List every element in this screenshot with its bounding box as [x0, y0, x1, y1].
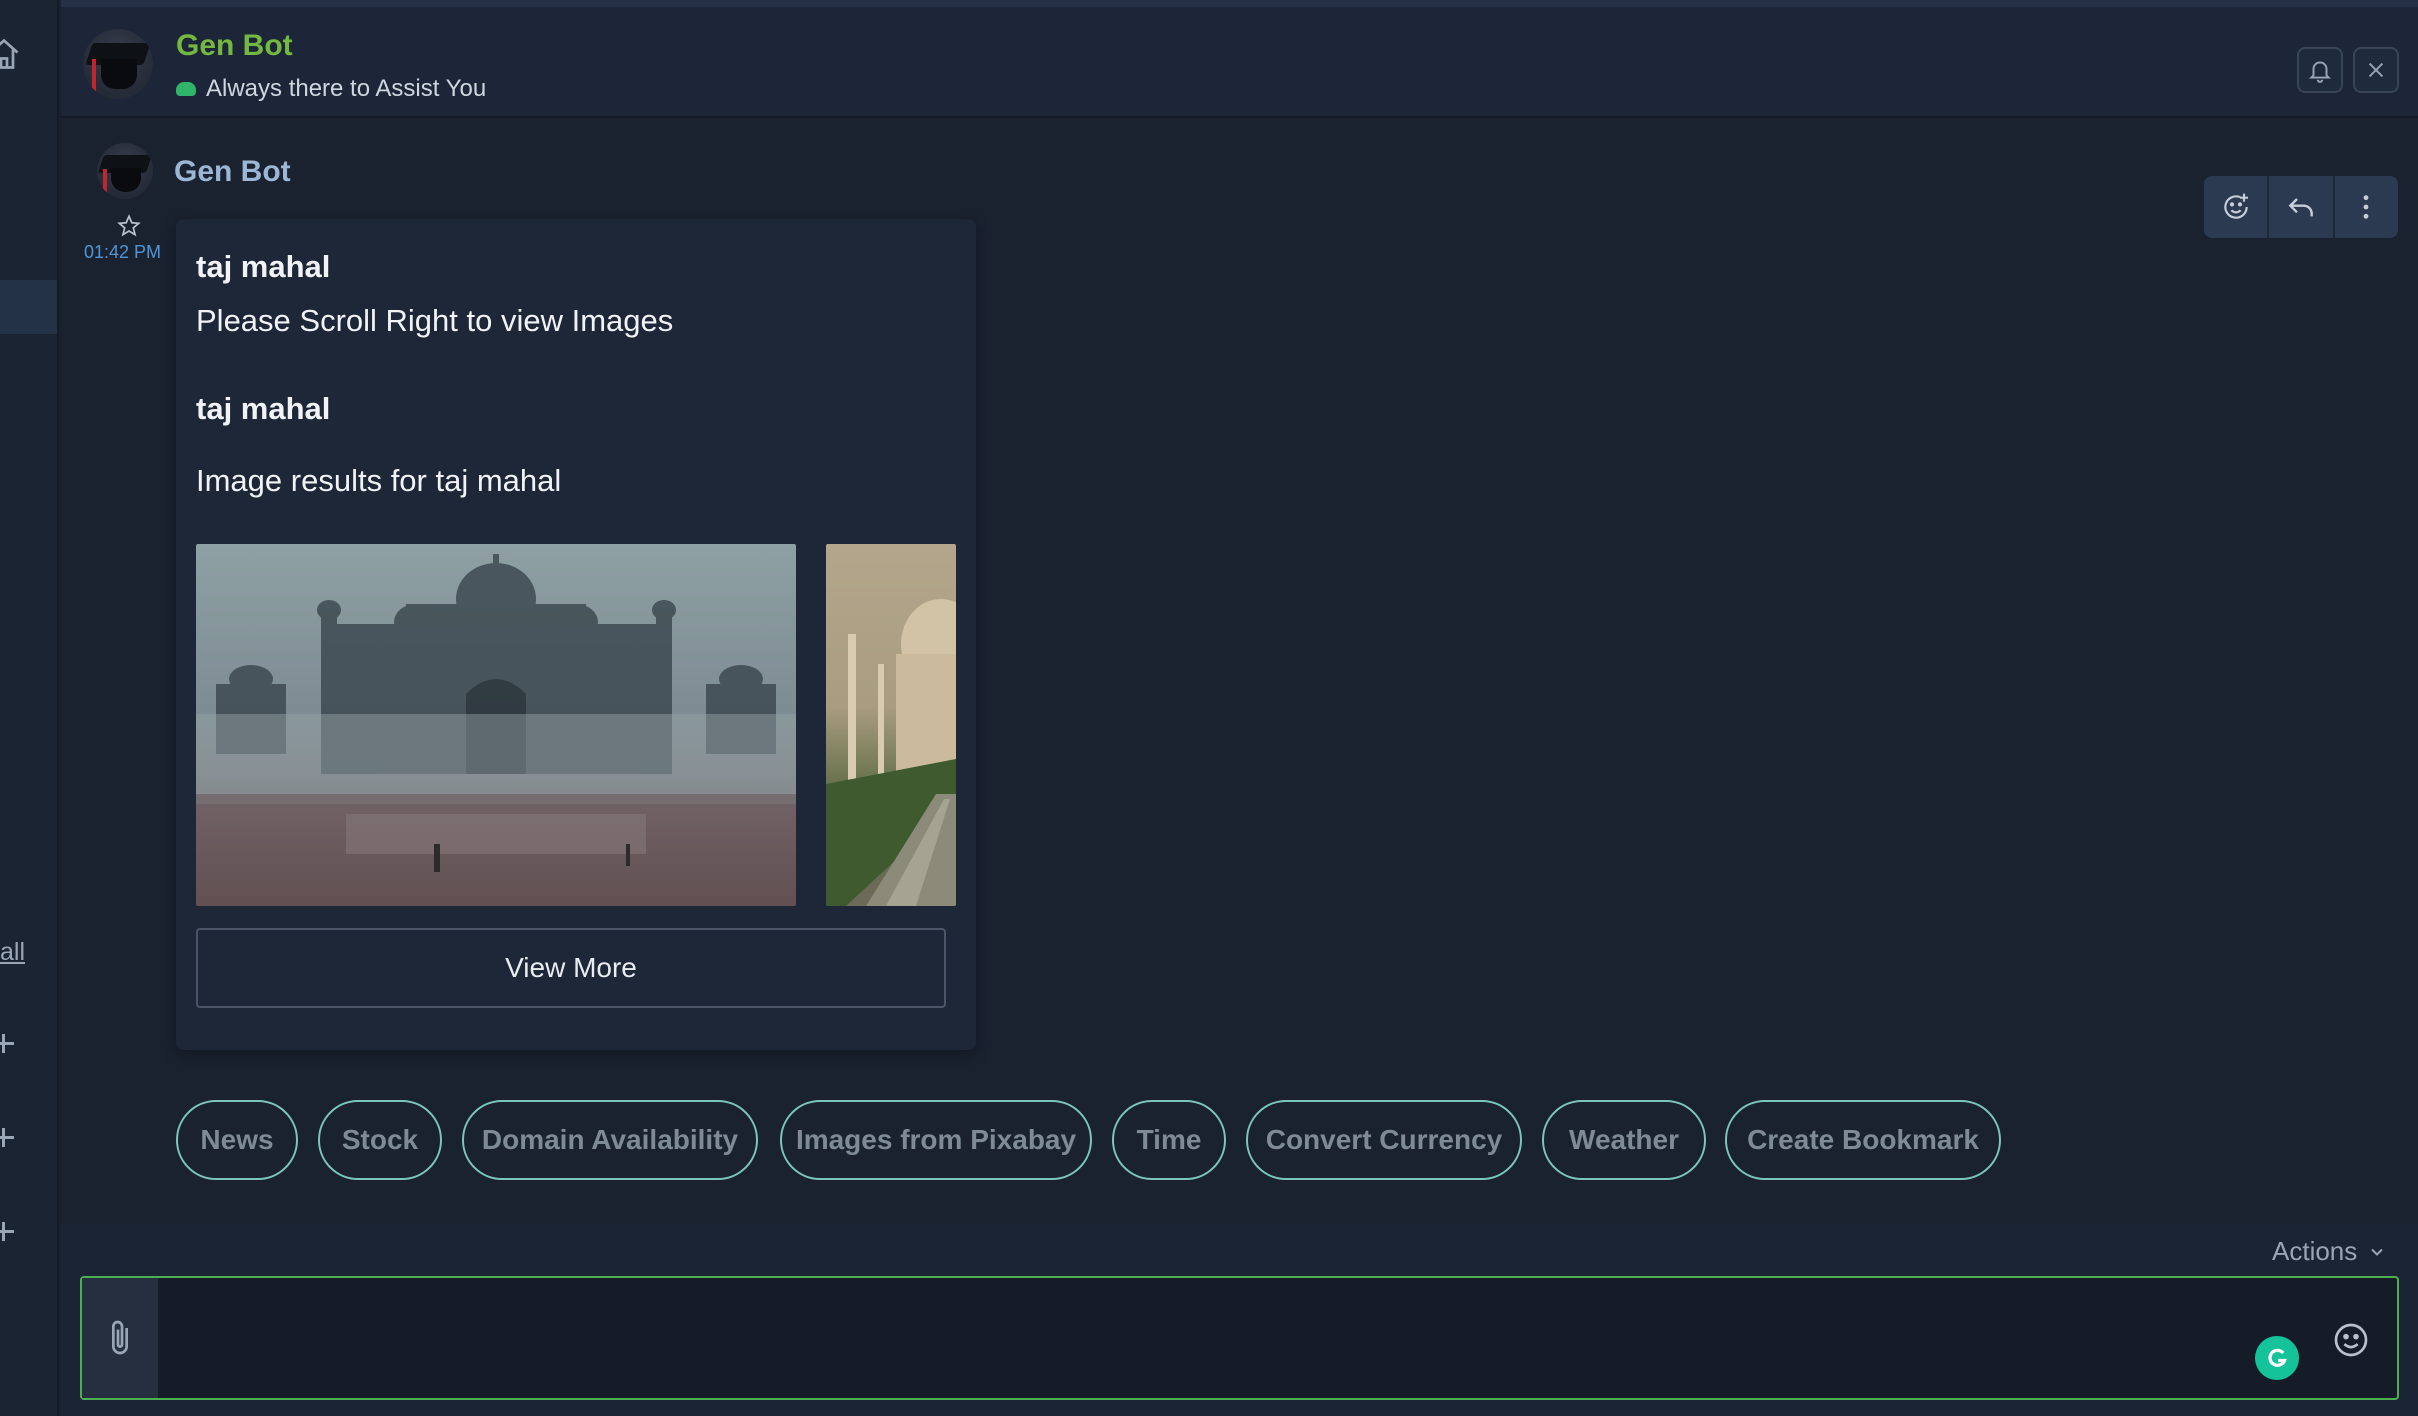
quick-reply-chip[interactable]: Weather: [1542, 1100, 1706, 1180]
add-icon[interactable]: [0, 1218, 20, 1244]
home-icon[interactable]: [0, 36, 22, 72]
message-actions-toolbar: [2204, 176, 2398, 238]
card-text: Please Scroll Right to view Images: [196, 303, 674, 338]
card-title: taj mahal: [196, 391, 331, 426]
sidebar-selected-item[interactable]: [0, 280, 57, 334]
reply-button[interactable]: [2269, 176, 2335, 238]
quick-reply-chip[interactable]: Stock: [318, 1100, 442, 1180]
card-title: taj mahal: [196, 249, 331, 284]
react-button[interactable]: [2204, 176, 2270, 238]
bot-status-text: Always there to Assist You: [206, 75, 487, 102]
add-icon[interactable]: [0, 1030, 20, 1056]
quick-reply-chip[interactable]: Images from Pixabay: [780, 1100, 1092, 1180]
emoji-icon[interactable]: [2331, 1320, 2371, 1360]
more-options-icon: [2363, 195, 2369, 219]
image-result[interactable]: [196, 544, 796, 906]
quick-reply-chip[interactable]: Domain Availability: [462, 1100, 758, 1180]
message-input[interactable]: [172, 1288, 2292, 1388]
message-time: 01:42 PM: [84, 242, 162, 262]
close-button[interactable]: [2353, 47, 2399, 93]
paperclip-icon: [112, 1320, 128, 1355]
reply-icon: [2288, 198, 2313, 217]
quick-reply-chip[interactable]: Create Bookmark: [1725, 1100, 2001, 1180]
message-composer: [80, 1276, 2399, 1400]
card-text: Image results for taj mahal: [196, 463, 562, 498]
chevron-down-icon: [2371, 1248, 2383, 1256]
message-sender: Gen Bot: [174, 155, 291, 188]
quick-reply-chip[interactable]: News: [176, 1100, 298, 1180]
more-options-button[interactable]: [2335, 176, 2398, 238]
quick-reply-chip[interactable]: Time: [1112, 1100, 1226, 1180]
bot-status: Always there to Assist You: [176, 75, 486, 103]
message-avatar: [97, 143, 153, 199]
actions-dropdown[interactable]: Actions: [2272, 1236, 2387, 1267]
quick-reply-chip[interactable]: Convert Currency: [1246, 1100, 1522, 1180]
grammarly-icon[interactable]: [2255, 1336, 2299, 1380]
online-status-icon: [176, 82, 196, 96]
chat-header: Gen Bot Always there to Assist You: [61, 0, 2418, 118]
attach-button[interactable]: [82, 1278, 158, 1398]
bot-name: Gen Bot: [176, 29, 293, 62]
left-sidebar: all: [0, 0, 59, 1416]
message-card: taj mahal Please Scroll Right to view Im…: [176, 219, 976, 1050]
star-icon[interactable]: [116, 213, 142, 239]
chat-app: all Gen Bot Always there to Assist You G…: [0, 0, 2418, 1416]
add-icon[interactable]: [0, 1124, 20, 1150]
view-more-button[interactable]: View More: [196, 928, 946, 1008]
image-result[interactable]: [826, 544, 956, 906]
notification-button[interactable]: [2297, 47, 2343, 93]
bell-icon: [2308, 61, 2332, 83]
close-icon: [2368, 62, 2384, 78]
emoji-reaction-icon: [2223, 193, 2248, 219]
sidebar-all-link[interactable]: all: [0, 938, 25, 967]
actions-label: Actions: [2272, 1236, 2358, 1266]
bot-avatar: [83, 29, 153, 99]
